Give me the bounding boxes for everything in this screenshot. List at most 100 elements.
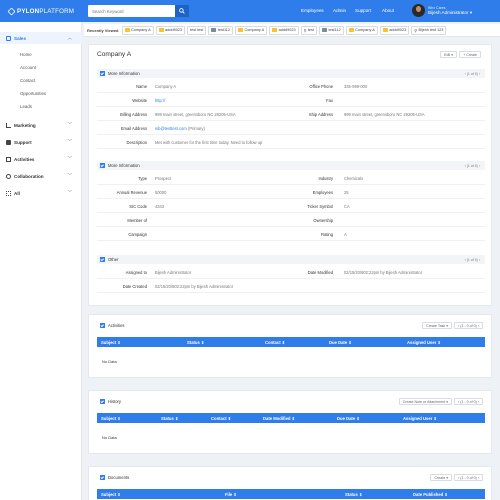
column-header-status[interactable]: Status ⇕ [187,340,204,345]
collapse-checkbox-icon[interactable] [100,323,105,328]
column-header-contact[interactable]: Contact ⇕ [265,340,285,345]
column-header-file[interactable]: File ⇕ [225,492,237,497]
chevron-down-icon: ﹀ [67,156,73,161]
avatar [412,4,425,17]
column-header-due-date[interactable]: Due Date ⇕ [329,340,352,345]
section-header-more-information[interactable]: More Information ‹ (1 of 0) › [97,69,485,78]
recent-item[interactable]: addd9023 [155,25,186,35]
search-input[interactable] [88,5,176,17]
recent-item-label: test112 [328,28,341,32]
section-header-more-information-2[interactable]: More Information ‹ (1 of 0) › [97,161,485,170]
record-pager[interactable]: ‹ (1 of 0) › [465,258,480,262]
sidebar-subitem-opportunities[interactable]: Opportunities [20,91,46,96]
column-header-subject[interactable]: Subject ⇕ [101,340,121,345]
recent-item[interactable]: addd9023 [379,25,410,35]
email-link[interactable]: nib@testtest.com [155,126,187,131]
sidebar-item-all[interactable]: All ﹀ [0,187,82,199]
collapse-checkbox-icon[interactable] [100,399,105,404]
sidebar-subitem-contact[interactable]: Contact [20,78,35,83]
brand-name-bold: PYLON [17,7,40,15]
history-panel: History Create Note or Attachment ▾ ‹ (1… [88,390,492,454]
recent-item[interactable]: addd9023 [269,25,299,35]
page-title: Company A [97,51,132,58]
recent-item[interactable]: Company A [121,25,154,35]
user-role-label: Who Cares [428,5,446,10]
monitor-icon [321,28,327,32]
brand-logo[interactable]: PYLON PLATFORM [7,7,86,15]
detail-row: Date Created 02/15/20/802:22pm by Bijesh… [97,279,485,293]
recent-item[interactable]: ⚲ Bijesh test 123 [411,25,447,35]
sidebar-subitem-account[interactable]: Account [20,65,36,70]
sidebar-subitem-home[interactable]: Home [20,52,32,57]
sidebar-item-activities[interactable]: Activities ﹀ [0,153,82,165]
column-header-subject[interactable]: Subject ⇕ [101,416,121,421]
detail-row: Email Address nib@testtest.com (Primary) [97,121,485,135]
sales-icon [6,35,11,41]
recent-item[interactable]: Company A [235,25,268,35]
folder-icon [348,28,354,32]
nav-employees[interactable]: Employees [301,8,324,13]
sidebar-item-collaboration[interactable]: Collaboration ﹀ [0,170,82,182]
record-pager[interactable]: ‹ (1 of 0) › [465,72,480,76]
collapse-checkbox-icon[interactable] [100,163,105,168]
chevron-down-icon: ﹀ [67,122,73,127]
field-label: Website [132,98,147,103]
detail-row: Annual Revenue 50000 Employees 25 [97,185,485,199]
field-value: Company A [155,84,177,89]
collapse-checkbox-icon[interactable] [100,257,105,262]
recent-item[interactable]: test test [187,25,207,35]
field-value: 4343 [155,204,165,209]
field-label: Date Created [122,284,147,289]
edit-button[interactable]: Edit ▾ [440,51,458,58]
panel-title: Documents [108,475,130,480]
nav-about[interactable]: About [382,8,394,13]
documents-header: Documents [97,473,485,482]
nav-admin[interactable]: Admin [333,8,346,13]
folder-icon [124,28,130,32]
create-button[interactable]: + Create [459,51,481,58]
field-label: Ownership [313,218,333,223]
column-header-status[interactable]: Status ⇕ [161,416,178,421]
create-task-button[interactable]: Create Task ▾ [422,322,453,329]
search-button[interactable] [175,5,189,17]
column-header-status[interactable]: Status ⇕ [345,492,362,497]
sidebar-item-marketing[interactable]: Marketing ﹀ [0,119,82,131]
column-header-assigned-user[interactable]: Assigned User ⇕ [407,340,441,345]
column-header-contact[interactable]: Contact ⇕ [211,416,231,421]
field-label: Ship Address [308,112,333,117]
documents-pager[interactable]: ‹ (1 - 0 of 0) › [454,474,483,481]
recent-item[interactable]: ⚲ test [300,25,317,35]
empty-state: No Data [102,435,117,440]
collapse-checkbox-icon[interactable] [100,475,105,480]
column-header-date-published[interactable]: Date Published ⇕ [413,492,448,497]
sidebar-item-label: Activities [14,156,35,162]
user-menu[interactable]: Who Cares Bijesh Administrator ▾ [412,4,472,17]
section-header-other[interactable]: Other ‹ (1 of 0) › [97,255,485,264]
sidebar-item-sales[interactable]: Sales ︿ [0,32,82,44]
collapse-checkbox-icon[interactable] [100,71,105,76]
recent-item[interactable]: Company A [345,25,378,35]
history-table-header: Subject ⇕ Status ⇕ Contact ⇕ Date Modifi… [97,413,485,423]
website-link[interactable]: http:// [155,98,165,103]
field-value: 50000 [155,190,167,195]
column-header-assigned-user[interactable]: Assigned User ⇕ [403,416,437,421]
column-header-date-modified[interactable]: Date Modified ⇕ [263,416,295,421]
recent-item[interactable]: test112 [318,25,344,35]
column-header-due-date[interactable]: Due Date ⇕ [337,416,360,421]
sidebar-subitem-leads[interactable]: Leads [20,104,32,109]
field-label: Description [126,140,147,145]
create-document-button[interactable]: Create ▾ [430,474,453,481]
detail-row: Name Company A Office Phone 335-999-000 [97,79,485,93]
nav-support[interactable]: Support [355,8,371,13]
recent-item[interactable]: test112 [208,25,234,35]
column-header-subject[interactable]: Subject ⇕ [101,492,121,497]
recent-item-label: addd9023 [165,28,183,32]
record-pager[interactable]: ‹ (1 of 0) › [465,164,480,168]
sidebar-item-support[interactable]: Support ﹀ [0,136,82,148]
field-value: A [344,232,347,237]
create-note-button[interactable]: Create Note or Attachment ▾ [398,398,453,405]
panel-title: Activities [108,323,125,328]
activities-pager[interactable]: ‹ (1 - 0 of 0) › [454,322,483,329]
sidebar-item-label: Sales [14,35,27,41]
history-pager[interactable]: ‹ (1 - 0 of 0) › [454,398,483,405]
